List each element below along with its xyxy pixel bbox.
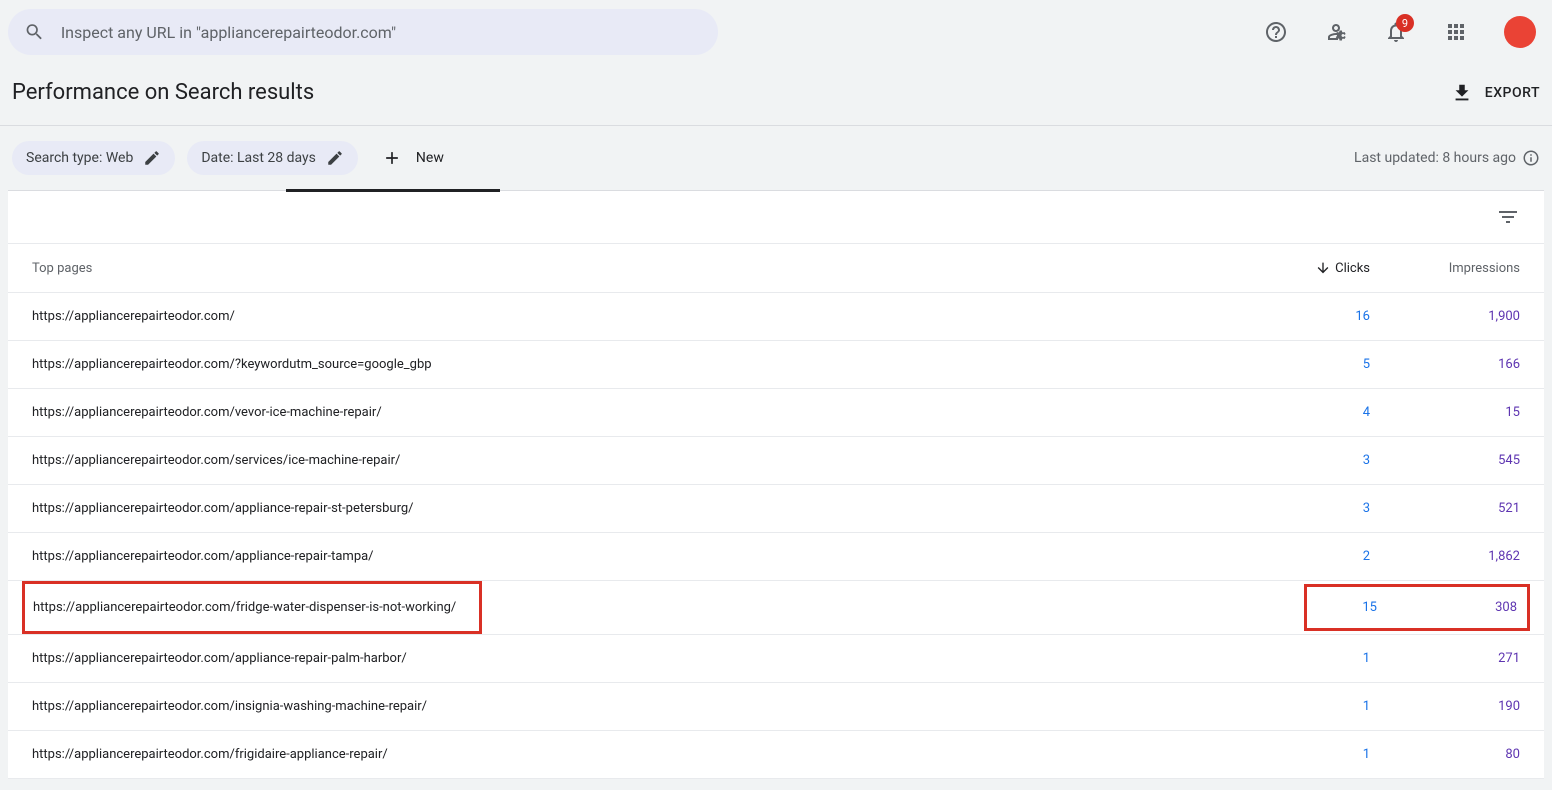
table-header: Top pages Clicks Impressions (8, 244, 1544, 293)
table-row[interactable]: https://appliancerepairteodor.com/ 16 1,… (8, 293, 1544, 341)
help-icon (1264, 20, 1288, 44)
clicks-cell: 16 (1250, 309, 1370, 324)
apps-button[interactable] (1436, 12, 1476, 52)
table-row[interactable]: https://appliancerepairteodor.com/servic… (8, 437, 1544, 485)
pencil-icon (326, 149, 344, 167)
avatar[interactable] (1504, 16, 1536, 48)
header-actions: 9 (1256, 12, 1536, 52)
impressions-cell: 545 (1370, 453, 1520, 468)
impressions-cell: 15 (1370, 405, 1520, 420)
search-input[interactable] (61, 23, 702, 42)
page-url-cell: https://appliancerepairteodor.com/?keywo… (32, 357, 1250, 372)
notification-badge: 9 (1396, 14, 1414, 32)
clicks-cell: 3 (1250, 501, 1370, 516)
export-button[interactable]: EXPORT (1451, 82, 1540, 104)
search-type-chip[interactable]: Search type: Web (12, 141, 175, 175)
impressions-cell: 166 (1370, 357, 1520, 372)
impressions-cell: 271 (1370, 651, 1520, 666)
table-filter-row (8, 191, 1544, 244)
new-label: New (416, 150, 444, 166)
date-label: Date: Last 28 days (201, 150, 316, 166)
clicks-cell: 1 (1250, 747, 1370, 762)
header-clicks[interactable]: Clicks (1250, 260, 1370, 276)
filter-bar: Search type: Web Date: Last 28 days New … (0, 126, 1552, 190)
table-body: https://appliancerepairteodor.com/ 16 1,… (8, 293, 1544, 779)
clicks-cell: 15 (1307, 600, 1377, 615)
page-url-cell: https://appliancerepairteodor.com/applia… (32, 501, 1250, 516)
apps-icon (1444, 20, 1468, 44)
arrow-down-icon (1315, 260, 1331, 276)
info-icon (1522, 149, 1540, 167)
page-url-cell: https://appliancerepairteodor.com/frigid… (32, 747, 1250, 762)
table-row[interactable]: https://appliancerepairteodor.com/applia… (8, 635, 1544, 683)
last-updated-text: Last updated: 8 hours ago (1354, 150, 1516, 166)
page-url-cell: https://appliancerepairteodor.com/insign… (32, 699, 1250, 714)
clicks-cell: 1 (1250, 699, 1370, 714)
impressions-cell: 308 (1377, 600, 1517, 615)
impressions-cell: 190 (1370, 699, 1520, 714)
clicks-cell: 1 (1250, 651, 1370, 666)
clicks-cell: 2 (1250, 549, 1370, 564)
page-url-cell: https://appliancerepairteodor.com/fridge… (32, 581, 1304, 634)
search-bar[interactable] (8, 9, 718, 55)
person-settings-icon (1324, 20, 1348, 44)
header-bar: 9 (0, 0, 1552, 64)
table-row[interactable]: https://appliancerepairteodor.com/frigid… (8, 731, 1544, 779)
impressions-cell: 80 (1370, 747, 1520, 762)
table-row[interactable]: https://appliancerepairteodor.com/fridge… (8, 581, 1544, 635)
notifications-button[interactable]: 9 (1376, 12, 1416, 52)
tab-indicator (8, 190, 1544, 191)
table-row[interactable]: https://appliancerepairteodor.com/applia… (8, 485, 1544, 533)
header-pages[interactable]: Top pages (32, 261, 1250, 276)
export-label: EXPORT (1485, 85, 1540, 101)
search-icon (24, 21, 45, 43)
impressions-cell: 1,900 (1370, 309, 1520, 324)
clicks-cell: 3 (1250, 453, 1370, 468)
clicks-cell: 4 (1250, 405, 1370, 420)
users-button[interactable] (1316, 12, 1356, 52)
filter-icon[interactable] (1496, 205, 1520, 229)
page-url-cell: https://appliancerepairteodor.com/applia… (32, 651, 1250, 666)
table-row[interactable]: https://appliancerepairteodor.com/vevor-… (8, 389, 1544, 437)
pencil-icon (143, 149, 161, 167)
table-row[interactable]: https://appliancerepairteodor.com/?keywo… (8, 341, 1544, 389)
search-type-label: Search type: Web (26, 150, 133, 166)
date-chip[interactable]: Date: Last 28 days (187, 141, 358, 175)
help-button[interactable] (1256, 12, 1296, 52)
highlighted-metrics: 15 308 (1304, 584, 1530, 631)
clicks-cell: 5 (1250, 357, 1370, 372)
table-container: Top pages Clicks Impressions https://app… (8, 190, 1544, 779)
table-row[interactable]: https://appliancerepairteodor.com/applia… (8, 533, 1544, 581)
page-title: Performance on Search results (12, 80, 314, 105)
title-bar: Performance on Search results EXPORT (0, 64, 1552, 126)
new-filter-button[interactable]: New (370, 140, 456, 176)
clicks-label: Clicks (1335, 261, 1370, 276)
page-url-cell: https://appliancerepairteodor.com/vevor-… (32, 405, 1250, 420)
download-icon (1451, 82, 1473, 104)
plus-icon (382, 148, 402, 168)
impressions-cell: 521 (1370, 501, 1520, 516)
header-impressions[interactable]: Impressions (1370, 261, 1520, 276)
page-url-cell: https://appliancerepairteodor.com/servic… (32, 453, 1250, 468)
page-url-cell: https://appliancerepairteodor.com/applia… (32, 549, 1250, 564)
impressions-cell: 1,862 (1370, 549, 1520, 564)
page-url-cell: https://appliancerepairteodor.com/ (32, 309, 1250, 324)
last-updated: Last updated: 8 hours ago (1354, 149, 1540, 167)
table-row[interactable]: https://appliancerepairteodor.com/insign… (8, 683, 1544, 731)
